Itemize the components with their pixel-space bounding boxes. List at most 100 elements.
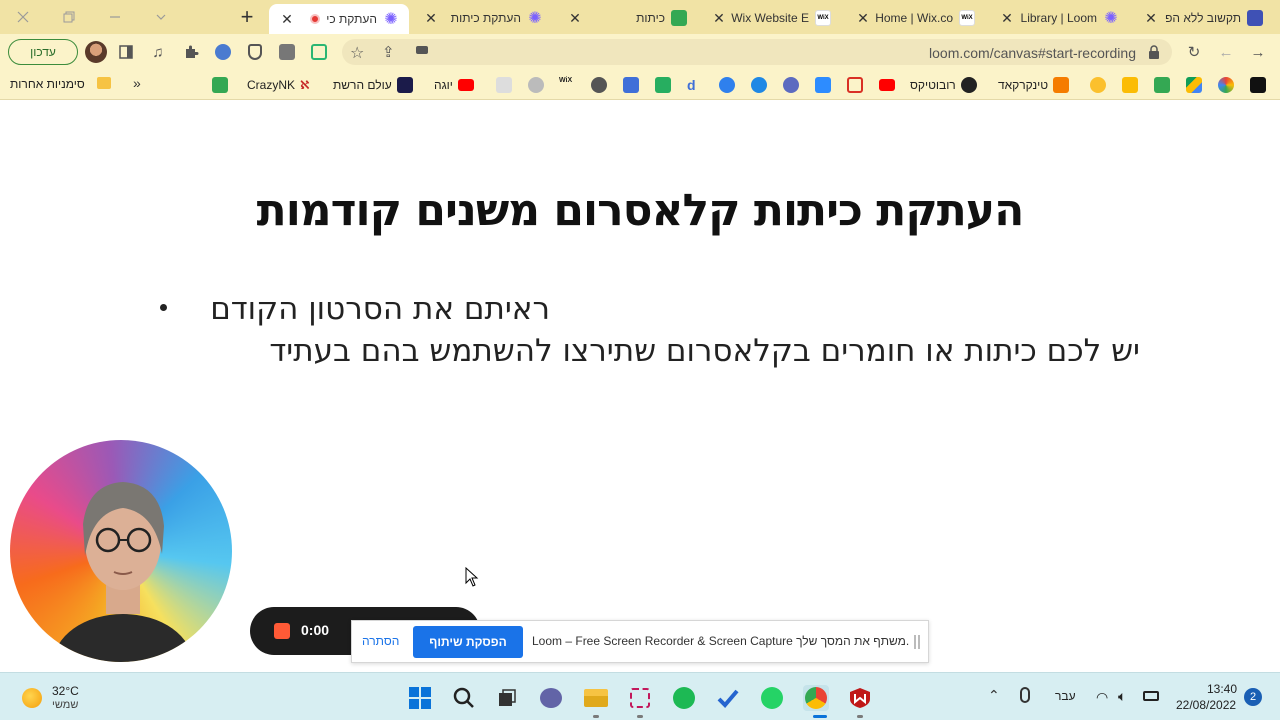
reload-icon[interactable]: ↻: [1184, 42, 1204, 62]
bookmark-tinkercad[interactable]: טינקרקאד: [998, 77, 1070, 93]
tab-search-button[interactable]: [138, 4, 184, 30]
classroom-icon[interactable]: [1154, 77, 1170, 93]
url-text[interactable]: loom.com/canvas#start-recording: [929, 45, 1136, 61]
drive-icon[interactable]: [1186, 77, 1202, 93]
clock-date[interactable]: 22/08/2022: [1176, 698, 1236, 712]
stop-recording-button[interactable]: [274, 623, 290, 639]
camera-in-use-icon[interactable]: [416, 46, 428, 54]
side-panel-icon[interactable]: [116, 42, 136, 62]
drag-handle-icon[interactable]: [914, 635, 920, 649]
weather-temperature[interactable]: 32°C: [52, 684, 79, 698]
keep-icon[interactable]: [1122, 77, 1138, 93]
input-language[interactable]: עבר: [1055, 689, 1076, 703]
tab-copy-classes[interactable]: ✕ העתקת כיתות ✺: [413, 4, 553, 32]
share-icon[interactable]: ⇪: [382, 43, 395, 61]
hide-banner-button[interactable]: הסתרה: [362, 634, 399, 648]
chrome-icon[interactable]: [803, 685, 829, 711]
forward-icon[interactable]: →: [1248, 42, 1268, 62]
wix-bookmark-icon[interactable]: WiX: [559, 77, 575, 93]
sheets-icon[interactable]: [212, 77, 228, 93]
close-tab-icon[interactable]: ✕: [711, 10, 727, 26]
profile-avatar[interactable]: [85, 41, 107, 63]
lock-icon[interactable]: [1148, 45, 1160, 59]
globe-icon[interactable]: [591, 77, 607, 93]
notification-badge[interactable]: 2: [1244, 688, 1262, 706]
stop-sharing-button[interactable]: הפסקת שיתוף: [413, 626, 523, 658]
sun-icon[interactable]: [22, 688, 42, 708]
teams-chat-icon[interactable]: [538, 685, 564, 711]
bitmoji-extension-icon[interactable]: [309, 42, 329, 62]
d-icon[interactable]: d: [687, 77, 703, 93]
close-tab-icon[interactable]: ✕: [855, 10, 871, 26]
search-icon[interactable]: [451, 685, 477, 711]
extensions-icon[interactable]: [181, 42, 201, 62]
todo-icon[interactable]: [715, 685, 741, 711]
bookmark-star-icon[interactable]: ☆: [350, 43, 364, 63]
close-tab-icon[interactable]: ✕: [423, 10, 439, 26]
bookmark-robotics[interactable]: רובוטיקס: [910, 77, 977, 93]
battery-icon[interactable]: [1143, 691, 1159, 701]
tab-loom-library[interactable]: ✕ Library | Loom ✺: [989, 4, 1129, 32]
file-explorer-icon[interactable]: [583, 685, 609, 711]
mcafee-icon[interactable]: [847, 685, 873, 711]
back-icon[interactable]: ←: [1216, 42, 1236, 62]
whatsapp-icon[interactable]: [759, 685, 785, 711]
wifi-icon[interactable]: ◠: [1096, 689, 1108, 706]
task-view-icon[interactable]: [494, 685, 520, 711]
loom-icon: ✺: [528, 10, 542, 26]
minimize-window-button[interactable]: [92, 4, 138, 30]
screenshot-extension-icon[interactable]: [277, 42, 297, 62]
weather-description[interactable]: שמשי: [52, 699, 78, 711]
gmail-icon[interactable]: [847, 77, 863, 93]
bookmark-yoga[interactable]: יוגה: [434, 77, 474, 93]
other-bookmarks-label[interactable]: סימניות אחרות: [10, 77, 85, 91]
volume-icon[interactable]: 🔈︎: [1118, 688, 1126, 705]
lightbulb-icon[interactable]: [1090, 77, 1106, 93]
new-tab-button[interactable]: +: [233, 4, 261, 30]
bookmark-label: רובוטיקס: [910, 78, 956, 92]
tab-title: Library | Loom: [1020, 11, 1097, 25]
mouse-cursor-icon: [465, 567, 479, 587]
address-bar[interactable]: ☆ ⇪ loom.com/canvas#start-recording: [342, 39, 1172, 65]
microphone-icon[interactable]: [1020, 687, 1030, 703]
media-control-icon[interactable]: ♫: [148, 42, 168, 62]
dark-app-icon[interactable]: [1250, 77, 1266, 93]
c-icon[interactable]: [719, 77, 735, 93]
update-button[interactable]: עדכון: [8, 39, 78, 65]
webcam-bubble[interactable]: [10, 440, 232, 662]
close-tab-icon[interactable]: ✕: [1143, 10, 1159, 26]
crazynk-icon: ℵ: [300, 78, 310, 92]
running-indicator: [857, 715, 863, 718]
photos-icon[interactable]: [1218, 77, 1234, 93]
chevron-up-icon[interactable]: ⌃: [988, 687, 1000, 704]
bookmark-crazynk[interactable]: CrazyNK ℵ: [247, 77, 310, 93]
chart-icon[interactable]: [655, 77, 671, 93]
rocket-icon[interactable]: [751, 77, 767, 93]
tab-classes[interactable]: ✕ כיתות: [557, 4, 697, 32]
bookmark-icon-blue[interactable]: [623, 77, 639, 93]
tab-wix-editor[interactable]: ✕ Wix Website E WiX: [701, 4, 841, 32]
pdf-icon[interactable]: [496, 77, 512, 93]
tab-wix-home[interactable]: ✕ Home | Wix.co WiX: [845, 4, 985, 32]
tab-recording-active[interactable]: ✕ העתקת כי ✺: [269, 4, 409, 34]
tab-tikshuv[interactable]: ✕ תקשוב ללא הפ: [1133, 4, 1273, 32]
more-bookmarks-chevron[interactable]: »: [133, 75, 141, 91]
wix-icon: WiX: [959, 10, 975, 26]
snipping-tool-icon[interactable]: [627, 685, 653, 711]
close-window-button[interactable]: [0, 4, 46, 30]
clock-time[interactable]: 13:40: [1207, 682, 1237, 696]
shield-extension-icon[interactable]: [245, 42, 265, 62]
youtube-icon[interactable]: [879, 79, 895, 91]
start-menu-icon[interactable]: [407, 685, 433, 711]
spotify-icon[interactable]: [671, 685, 697, 711]
close-tab-icon[interactable]: ✕: [279, 11, 295, 27]
pen-icon[interactable]: [783, 77, 799, 93]
restore-window-button[interactable]: [46, 4, 92, 30]
apple-icon[interactable]: [528, 77, 544, 93]
close-tab-icon[interactable]: ✕: [999, 10, 1015, 26]
verified-extension-icon[interactable]: [213, 42, 233, 62]
bookmark-label: טינקרקאד: [998, 78, 1049, 92]
bookmark-internet-world[interactable]: עולם הרשת: [333, 77, 413, 93]
close-tab-icon[interactable]: ✕: [567, 10, 583, 26]
zoom-icon[interactable]: [815, 77, 831, 93]
